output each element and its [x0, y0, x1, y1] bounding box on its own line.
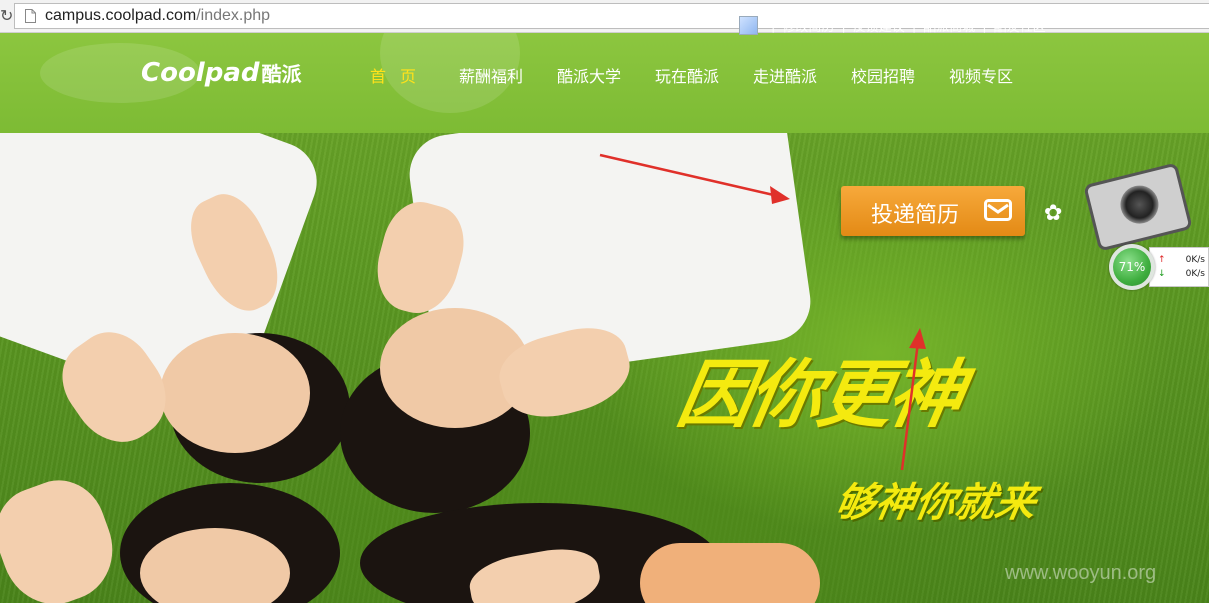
link-feedback[interactable]: 反馈建议 — [853, 16, 905, 35]
separator: | — [982, 17, 987, 33]
url-host: campus.coolpad.com — [45, 7, 197, 24]
upload-speed: 0K/s — [1185, 255, 1205, 265]
language-flag-icon[interactable] — [739, 15, 758, 35]
download-arrow-icon: ↓ — [1158, 269, 1166, 279]
submit-resume-button[interactable]: 投递简历 — [841, 186, 1025, 236]
page-icon — [25, 9, 36, 23]
nav-video-zone[interactable]: 视频专区 — [949, 63, 1013, 87]
link-edit-resume[interactable]: 修改简历 — [782, 16, 834, 35]
link-store[interactable]: 酷派商城 — [923, 16, 975, 35]
nav-campus-recruit[interactable]: 校园招聘 — [851, 63, 915, 87]
nav-coolpad-university[interactable]: 酷派大学 — [557, 63, 621, 87]
flower-decoration: ✿ — [1044, 201, 1063, 226]
download-row: ↓ 0K/s — [1158, 267, 1208, 281]
upload-arrow-icon: ↑ — [1158, 255, 1166, 265]
logo-text-cn: 酷派 — [261, 62, 302, 86]
logo-text-en: Coolpad — [141, 58, 260, 88]
link-community[interactable]: 酷友社区 — [994, 16, 1046, 35]
url-path: /index.php — [196, 7, 271, 24]
top-links: | 修改简历 | 反馈建议 | 酷派商城 | 酷友社区 — [739, 15, 1046, 35]
network-speed-panel: ↑ 0K/s ↓ 0K/s — [1149, 247, 1209, 287]
memory-percent: 71% — [1113, 248, 1151, 286]
separator: | — [911, 17, 917, 33]
coolpad-logo[interactable]: Coolpad 酷派 — [141, 58, 302, 88]
memory-gauge: 71% — [1109, 244, 1155, 290]
slogan-main: 因你更神 — [671, 352, 967, 438]
nav-about-coolpad[interactable]: 走进酷派 — [753, 63, 817, 87]
nav-fun-at-coolpad[interactable]: 玩在酷派 — [655, 63, 719, 87]
url-text: campus.coolpad.com/index.php — [45, 7, 270, 25]
network-monitor-widget[interactable]: ↑ 0K/s ↓ 0K/s 71% — [1109, 244, 1209, 290]
watermark: www.wooyun.org — [1005, 562, 1157, 584]
shirt-bottom — [640, 543, 820, 603]
submit-resume-label: 投递简历 — [871, 203, 960, 228]
download-speed: 0K/s — [1185, 269, 1205, 279]
separator: | — [771, 17, 776, 33]
face-1 — [160, 333, 310, 453]
upload-row: ↑ 0K/s — [1158, 253, 1208, 267]
camera-decoration — [1083, 162, 1193, 252]
slogan-sub: 够神你就来 — [831, 480, 1040, 526]
reload-icon[interactable]: ↻ — [0, 6, 13, 26]
hand-5 — [0, 467, 128, 603]
separator: | — [841, 17, 846, 33]
nav-salary-benefits[interactable]: 薪酬福利 — [459, 63, 523, 87]
nav-home[interactable]: 首页 — [370, 63, 430, 87]
camera-lens — [1116, 181, 1163, 228]
mail-icon — [984, 199, 1012, 221]
